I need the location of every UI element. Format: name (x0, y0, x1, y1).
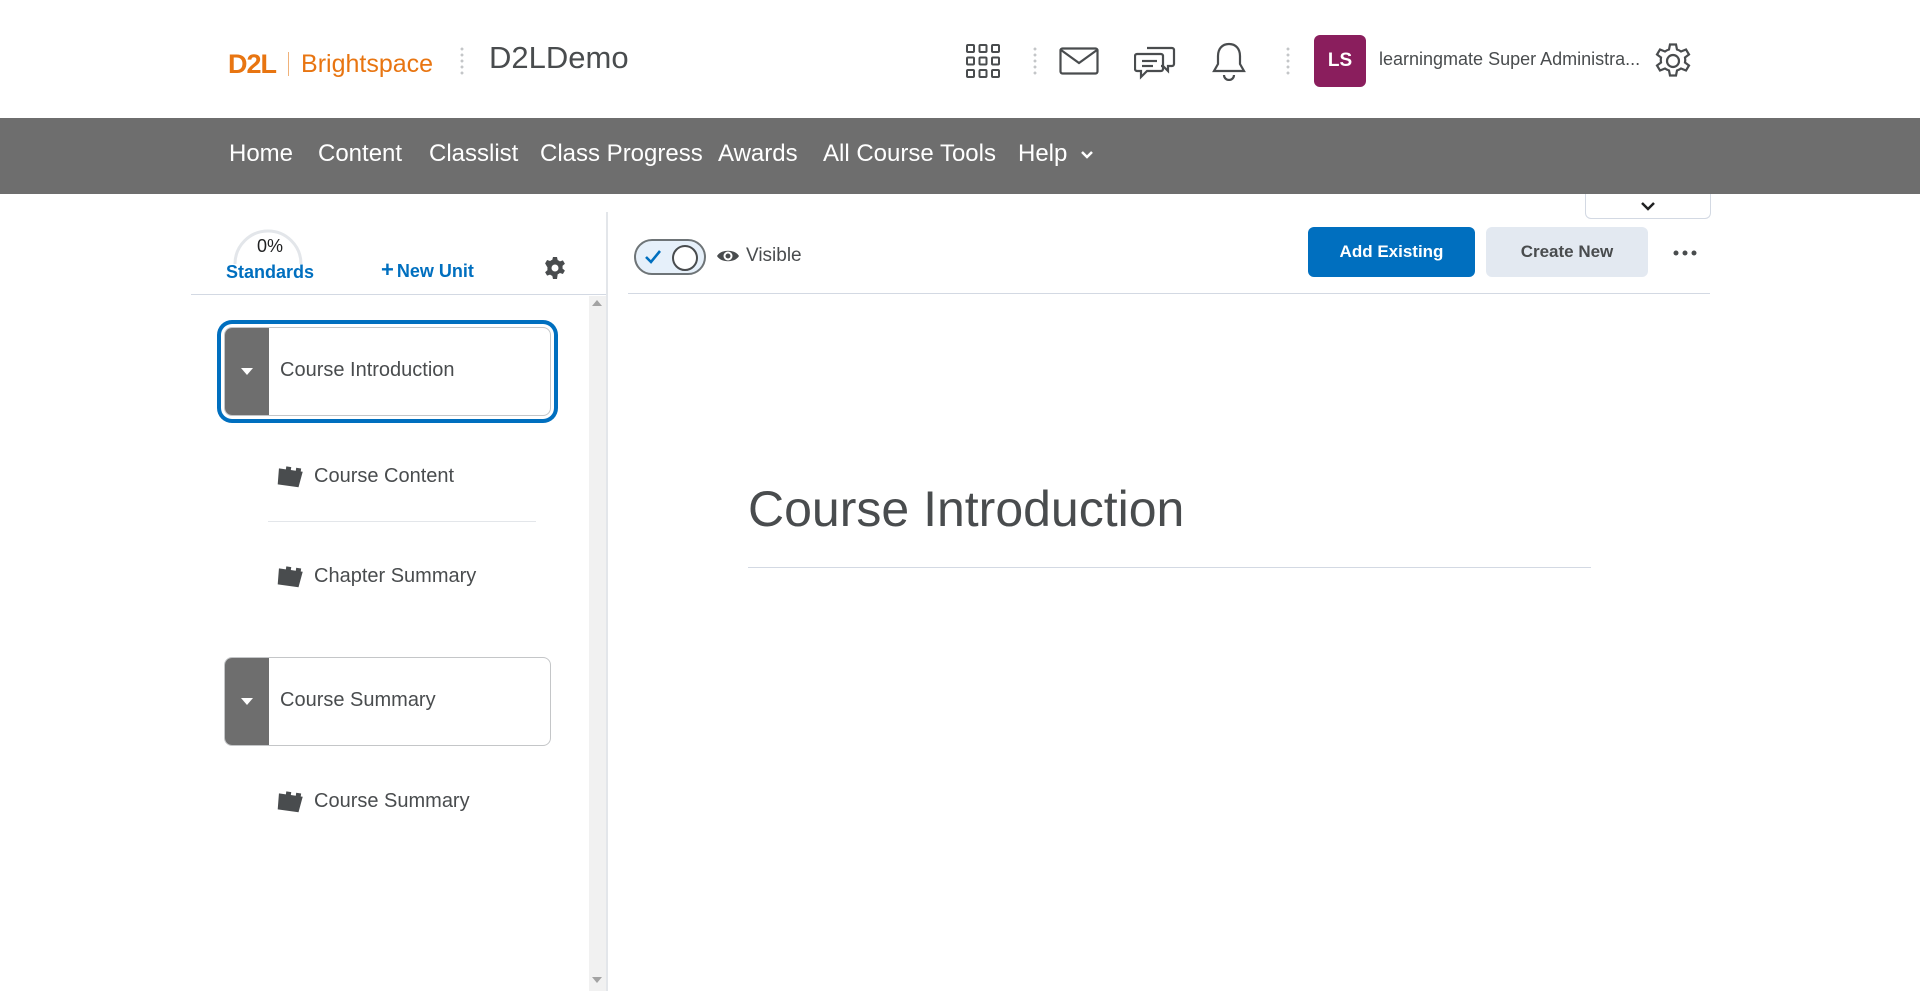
sidebar-border (606, 212, 608, 991)
unit-title: Course Introduction (280, 359, 455, 381)
header-divider (460, 46, 464, 76)
progress-percent: 0% (256, 236, 283, 256)
scroll-up-arrow-icon[interactable] (592, 300, 602, 306)
units-sidebar: 0% Standards + New Unit Course Introducti… (191, 194, 610, 991)
mail-icon[interactable] (1056, 38, 1102, 84)
nav-awards[interactable]: Awards (718, 140, 798, 168)
standards-link[interactable]: Standards (191, 262, 349, 283)
lego-block-icon (277, 466, 303, 488)
nav-content[interactable]: Content (318, 140, 402, 168)
sidebar-settings-gear-icon[interactable] (543, 256, 567, 285)
more-options-button[interactable] (1668, 240, 1702, 266)
header-divider (1286, 46, 1290, 76)
org-name[interactable]: D2LDemo (489, 40, 629, 76)
chevron-down-icon (1641, 202, 1655, 211)
nav-help-label: Help (1018, 140, 1068, 167)
unit-title: Course Summary (280, 689, 436, 711)
lego-block-icon (277, 791, 303, 813)
nav-class-progress[interactable]: Class Progress (540, 140, 703, 168)
lesson-item[interactable]: Course Content (275, 461, 454, 491)
lesson-divider (268, 521, 536, 522)
unit-expand-toggle[interactable] (225, 328, 269, 415)
toolbar-divider (628, 293, 1710, 294)
nav-classlist[interactable]: Classlist (429, 140, 518, 168)
logo-mark: D2L (228, 48, 277, 79)
lesson-title: Chapter Summary (314, 564, 477, 587)
logo-divider (288, 52, 290, 76)
nav-home[interactable]: Home (229, 140, 293, 168)
new-unit-button[interactable]: + New Unit (381, 257, 474, 283)
visibility-toggle[interactable] (634, 239, 706, 275)
ellipsis-icon (1673, 250, 1697, 256)
unit-heading: Course Introduction (748, 481, 1185, 537)
user-name[interactable]: learningmate Super Administra... (1379, 49, 1640, 70)
eye-icon (717, 250, 739, 262)
create-new-button[interactable]: Create New (1486, 227, 1648, 277)
brightspace-logo[interactable]: D2L Brightspace (228, 46, 433, 82)
heading-divider (748, 567, 1591, 568)
plus-icon: + (381, 257, 394, 282)
lesson-title: Course Summary (314, 789, 470, 812)
scroll-down-arrow-icon[interactable] (592, 977, 602, 983)
collapse-toolbar-button[interactable] (1585, 194, 1711, 219)
apps-grid-icon[interactable] (960, 38, 1006, 84)
unit-card[interactable]: Course Introduction (224, 327, 551, 416)
avatar[interactable]: LS (1314, 35, 1366, 87)
nav-all-course-tools[interactable]: All Course Tools (823, 140, 996, 168)
lesson-item[interactable]: Course Summary (275, 786, 470, 816)
header-divider (1033, 46, 1037, 76)
chevron-down-icon (1081, 150, 1093, 159)
unit-expand-toggle[interactable] (225, 658, 269, 745)
lego-block-icon (277, 566, 303, 588)
nav-help[interactable]: Help (1018, 140, 1094, 168)
visibility-label: Visible (746, 245, 802, 266)
sidebar-scrollbar[interactable] (589, 296, 606, 991)
lesson-title: Course Content (314, 464, 455, 487)
unit-card[interactable]: Course Summary (224, 657, 551, 746)
add-existing-button[interactable]: Add Existing (1308, 227, 1475, 277)
create-new-label: Create New (1520, 242, 1614, 261)
header: D2L Brightspace D2LDemo LS learningmate … (0, 0, 1920, 118)
check-icon (645, 250, 662, 264)
bell-icon[interactable] (1206, 38, 1252, 84)
new-unit-label: New Unit (396, 261, 474, 281)
toggle-knob (672, 245, 698, 271)
sidebar-divider (191, 294, 606, 295)
caret-down-icon (241, 368, 253, 375)
gear-icon[interactable] (1650, 38, 1696, 84)
lesson-item[interactable]: Chapter Summary (275, 561, 476, 591)
chat-icon[interactable] (1132, 38, 1178, 84)
logo-product: Brightspace (301, 49, 434, 78)
course-navbar: Home Content Classlist Class Progress Aw… (0, 118, 1920, 194)
caret-down-icon (241, 698, 253, 705)
